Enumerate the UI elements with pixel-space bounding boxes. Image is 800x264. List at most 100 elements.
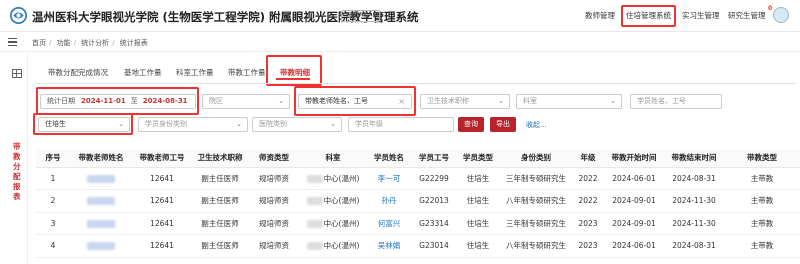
table-row[interactable]: 2 12641 副主任医师 规培师资 中心(温州) 孙丹 G22013 住培生 … (36, 189, 800, 213)
export-button[interactable]: 导出 (490, 117, 516, 132)
campus-select[interactable]: 院区 ⌄ (202, 94, 290, 109)
col-teacher-id: 带教老师工号 (132, 149, 192, 168)
nav-highlight-box (621, 5, 676, 27)
cell-teaching-type: 主带教 (724, 167, 800, 190)
teacher-highlight-box (294, 86, 416, 116)
nav-intern-management[interactable]: 实习生管理 (682, 10, 720, 21)
chevron-down-icon: ⌄ (236, 120, 242, 128)
cell-index: 4 (36, 234, 70, 258)
breadcrumb: 首页 / 功能 / 统计分析 / 统计报表 (32, 39, 148, 47)
student-name-link[interactable]: 吴林娟 (378, 241, 401, 250)
table-grid-icon[interactable] (12, 69, 22, 78)
department-select[interactable]: 科室 ⌄ (516, 94, 622, 109)
cell-teacher-name (70, 212, 132, 235)
cell-faculty-type: 规培师资 (248, 189, 300, 213)
dept-placeholder: 科室 (523, 97, 537, 105)
redacted-dept (306, 174, 323, 183)
redacted-name (87, 219, 115, 228)
identity-category-select[interactable]: 学员身份类别 ⌄ (138, 117, 248, 132)
cell-end: 2024-11-30 (664, 189, 724, 213)
tab-department-workload[interactable]: 科室工作量 (176, 67, 214, 78)
campus-placeholder: 院区 (209, 97, 223, 105)
cell-index: 2 (36, 189, 70, 213)
cell-teacher-name (70, 189, 132, 213)
side-label-char: 报 (13, 182, 21, 191)
table-row[interactable]: 4 12641 副主任医师 规培师资 中心(温州) 吴林娟 G23014 住培生… (36, 234, 800, 258)
cell-teacher-id: 12641 (132, 234, 192, 258)
side-label-char: 配 (13, 172, 21, 181)
cell-start: 2024-09-01 (604, 212, 664, 235)
student-name-link[interactable]: 孙丹 (382, 196, 397, 205)
cell-index: 3 (36, 212, 70, 235)
cell-student-type: 住培生 (456, 212, 500, 235)
side-report-label: 带 教 分 配 报 表 (13, 142, 23, 202)
date-highlight-box (36, 87, 199, 115)
table-row[interactable]: 3 12641 副主任医师 规培师资 中心(温州) 何富兴 G23314 住培生… (36, 212, 800, 235)
breadcrumb-home[interactable]: 首页 (32, 39, 46, 47)
cell-start: 2024-06-01 (604, 167, 664, 190)
redacted-dept (306, 242, 323, 251)
breadcrumb-statistics[interactable]: 统计分析 (81, 39, 109, 47)
cell-student-name[interactable]: 孙丹 (366, 189, 412, 213)
hospital-category-select[interactable]: 医院类别 ⌄ (252, 117, 342, 132)
grade-placeholder: 学员年级 (355, 120, 383, 128)
tab-allocation-completion[interactable]: 带教分配完成情况 (48, 67, 108, 78)
chevron-down-icon: ⌄ (278, 97, 284, 105)
system-switch-label: 系统切换 (345, 12, 370, 19)
menu-icon[interactable] (8, 38, 17, 46)
chevron-down-icon: ⌄ (610, 97, 616, 105)
cell-student-name[interactable]: 李一可 (366, 167, 412, 190)
title-placeholder: 卫生技术职称 (427, 97, 469, 105)
dept-text: 中心(温州) (323, 173, 360, 183)
cell-title: 副主任医师 (192, 189, 248, 213)
top-bar: 温州医科大学眼视光学院 (生物医学工程学院) 附属眼视光医院教学管理系统 系统切… (0, 0, 800, 32)
grade-select[interactable]: 学员年级 (348, 117, 454, 132)
chevron-down-icon: ⌄ (330, 120, 336, 128)
collapse-link[interactable]: 收起... (526, 120, 547, 130)
side-label-char: 教 (13, 152, 21, 161)
avatar[interactable] (773, 7, 789, 23)
nav-graduate-management[interactable]: 研究生管理 (728, 10, 766, 21)
student-placeholder: 学员姓名、工号 (637, 97, 686, 105)
cell-student-id: G22013 (412, 189, 456, 213)
active-tab-highlight (266, 55, 322, 86)
tab-base-workload[interactable]: 基地工作量 (124, 67, 162, 78)
cell-grade: 2022 (572, 189, 604, 213)
breadcrumb-bar: 首页 / 功能 / 统计分析 / 统计报表 (0, 32, 800, 52)
cell-teaching-type: 主带教 (724, 212, 800, 235)
breadcrumb-report: 统计报表 (119, 39, 148, 47)
side-label-char: 带 (13, 142, 21, 151)
breadcrumb-function[interactable]: 功能 (57, 39, 71, 47)
cell-student-id: G23314 (412, 212, 456, 235)
student-search-input[interactable]: 学员姓名、工号 (630, 94, 722, 109)
cell-teaching-type: 主带教 (724, 234, 800, 258)
tab-teaching-workload[interactable]: 带教工作量 (228, 67, 266, 78)
query-button[interactable]: 查询 (458, 117, 484, 132)
table-row[interactable]: 1 12641 副主任医师 规培师资 中心(温州) 李一可 G22299 住培生… (36, 167, 800, 190)
trainee-type-highlight-box (33, 113, 133, 135)
cell-grade: 2023 (572, 212, 604, 235)
cell-student-name[interactable]: 吴林娟 (366, 234, 412, 258)
col-professional-title: 卫生技术职称 (192, 149, 248, 168)
redacted-name (87, 174, 115, 183)
cell-index: 1 (36, 167, 70, 190)
cell-teaching-type: 主带教 (724, 189, 800, 213)
cell-student-type: 住培生 (456, 189, 500, 213)
cell-department: 中心(温州) (300, 189, 366, 213)
cell-end: 2024-08-31 (664, 167, 724, 190)
cell-student-name[interactable]: 何富兴 (366, 212, 412, 235)
cell-teacher-id: 12641 (132, 167, 192, 190)
redacted-dept (306, 219, 323, 228)
side-label-char: 分 (13, 162, 21, 171)
nav-teacher-management[interactable]: 教师管理 (585, 10, 615, 21)
system-switch-dropdown[interactable]: 系统切换 ⌄ (341, 10, 380, 22)
professional-title-select[interactable]: 卫生技术职称 ⌄ (420, 94, 510, 109)
dept-text: 中心(温州) (323, 196, 360, 206)
col-faculty-type: 师资类型 (248, 149, 300, 168)
school-logo-icon (10, 7, 27, 24)
cell-identity: 三年制专硕研究生 (500, 212, 572, 235)
student-name-link[interactable]: 何富兴 (378, 219, 401, 228)
student-name-link[interactable]: 李一可 (378, 174, 401, 183)
col-end-time: 带教结束时间 (664, 149, 724, 168)
col-student-id: 学员工号 (412, 149, 456, 168)
